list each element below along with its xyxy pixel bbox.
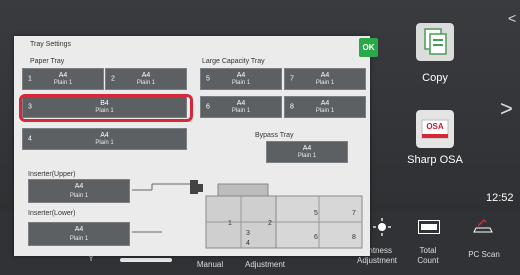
tray-settings-dialog: Tray Settings Paper Tray Large Capacity … (14, 36, 370, 256)
copy-label[interactable]: Copy (405, 72, 465, 84)
machine-tray-3: 3 (246, 230, 250, 237)
large-capacity-tray-label: Large Capacity Tray (202, 58, 265, 65)
manual-button[interactable]: Manual (190, 260, 230, 270)
next-page-icon[interactable]: > (500, 96, 513, 122)
osa-icon-text: OSA (426, 122, 444, 131)
tray-type: Plain 1 (231, 80, 251, 86)
adjustment-button[interactable]: Adjustment (240, 260, 290, 270)
tray-type: Plain 1 (315, 108, 335, 114)
tray-size: A4 (320, 100, 330, 107)
total-count-label[interactable]: Total Count (405, 246, 451, 266)
screen: < Copy > OSA Sharp OSA 12:52 Y Manual Ad… (0, 0, 520, 275)
total-count-line1: Total (419, 246, 437, 255)
tray-6-button[interactable]: 6 A4 Plain 1 (200, 96, 282, 118)
brightness-icon[interactable] (373, 218, 391, 236)
pc-scan-icon[interactable] (472, 218, 494, 236)
machine-tray-1: 1 (228, 220, 232, 227)
clock: 12:52 (486, 192, 514, 204)
machine-tray-5: 5 (314, 210, 318, 217)
sharp-osa-label[interactable]: Sharp OSA (398, 154, 472, 166)
total-count-line2: Count (417, 256, 439, 265)
tray-size: A4 (236, 100, 246, 107)
machine-tray-2: 2 (268, 220, 272, 227)
toner-level-bar (120, 258, 172, 262)
tray-type: Plain 1 (315, 80, 335, 86)
tray-3-highlight (19, 94, 193, 122)
tray-size: A4 (302, 145, 312, 152)
brightness-label-line2: Adjustment (356, 256, 398, 265)
bypass-tray-label: Bypass Tray (255, 132, 294, 139)
printer-illustration (132, 180, 363, 249)
inserter-upper-label: Inserter(Upper) (28, 171, 76, 178)
tray-size: A4 (58, 72, 68, 79)
machine-tray-7: 7 (352, 210, 356, 217)
tray-8-button[interactable]: 8 A4 Plain 1 (284, 96, 366, 118)
machine-tray-8: 8 (352, 234, 356, 241)
tray-type: Plain 1 (231, 108, 251, 114)
tray-type: Plain 1 (136, 80, 156, 86)
tray-size: A4 (74, 183, 84, 190)
tray-1-button[interactable]: 1 A4 Plain 1 (22, 68, 104, 90)
tray-4-button[interactable]: 4 A4 Plain 1 (22, 128, 187, 150)
tray-size: A4 (236, 72, 246, 79)
tray-type: Plain 1 (69, 193, 89, 199)
back-arrow-icon[interactable]: < (508, 10, 516, 26)
total-count-icon[interactable] (418, 220, 440, 234)
dialog-title: Tray Settings (30, 41, 71, 48)
tray-7-button[interactable]: 7 A4 Plain 1 (284, 68, 366, 90)
tray-size: A4 (320, 72, 330, 79)
pc-scan-label[interactable]: PC Scan (464, 250, 504, 260)
inserter-lower-label: Inserter(Lower) (28, 210, 76, 217)
tray-type: Plain 1 (69, 236, 89, 242)
inserter-lower-button[interactable]: A4 Plain 1 (28, 222, 130, 246)
tray-5-button[interactable]: 5 A4 Plain 1 (200, 68, 282, 90)
bypass-tray-button[interactable]: A4 Plain 1 (266, 141, 348, 163)
tray-size: A4 (100, 132, 109, 139)
copy-icon[interactable] (416, 23, 454, 61)
ok-button[interactable]: OK (359, 38, 378, 57)
tray-type: Plain 1 (95, 140, 114, 146)
machine-tray-6: 6 (314, 234, 318, 241)
tray-size: A4 (141, 72, 151, 79)
paper-tray-label: Paper Tray (30, 58, 65, 65)
machine-tray-4: 4 (246, 240, 250, 247)
tray-type: Plain 1 (297, 153, 317, 159)
tray-type: Plain 1 (53, 80, 73, 86)
inserter-upper-button[interactable]: A4 Plain 1 (28, 179, 130, 203)
tray-2-button[interactable]: 2 A4 Plain 1 (105, 68, 187, 90)
tray-size: A4 (74, 226, 84, 233)
